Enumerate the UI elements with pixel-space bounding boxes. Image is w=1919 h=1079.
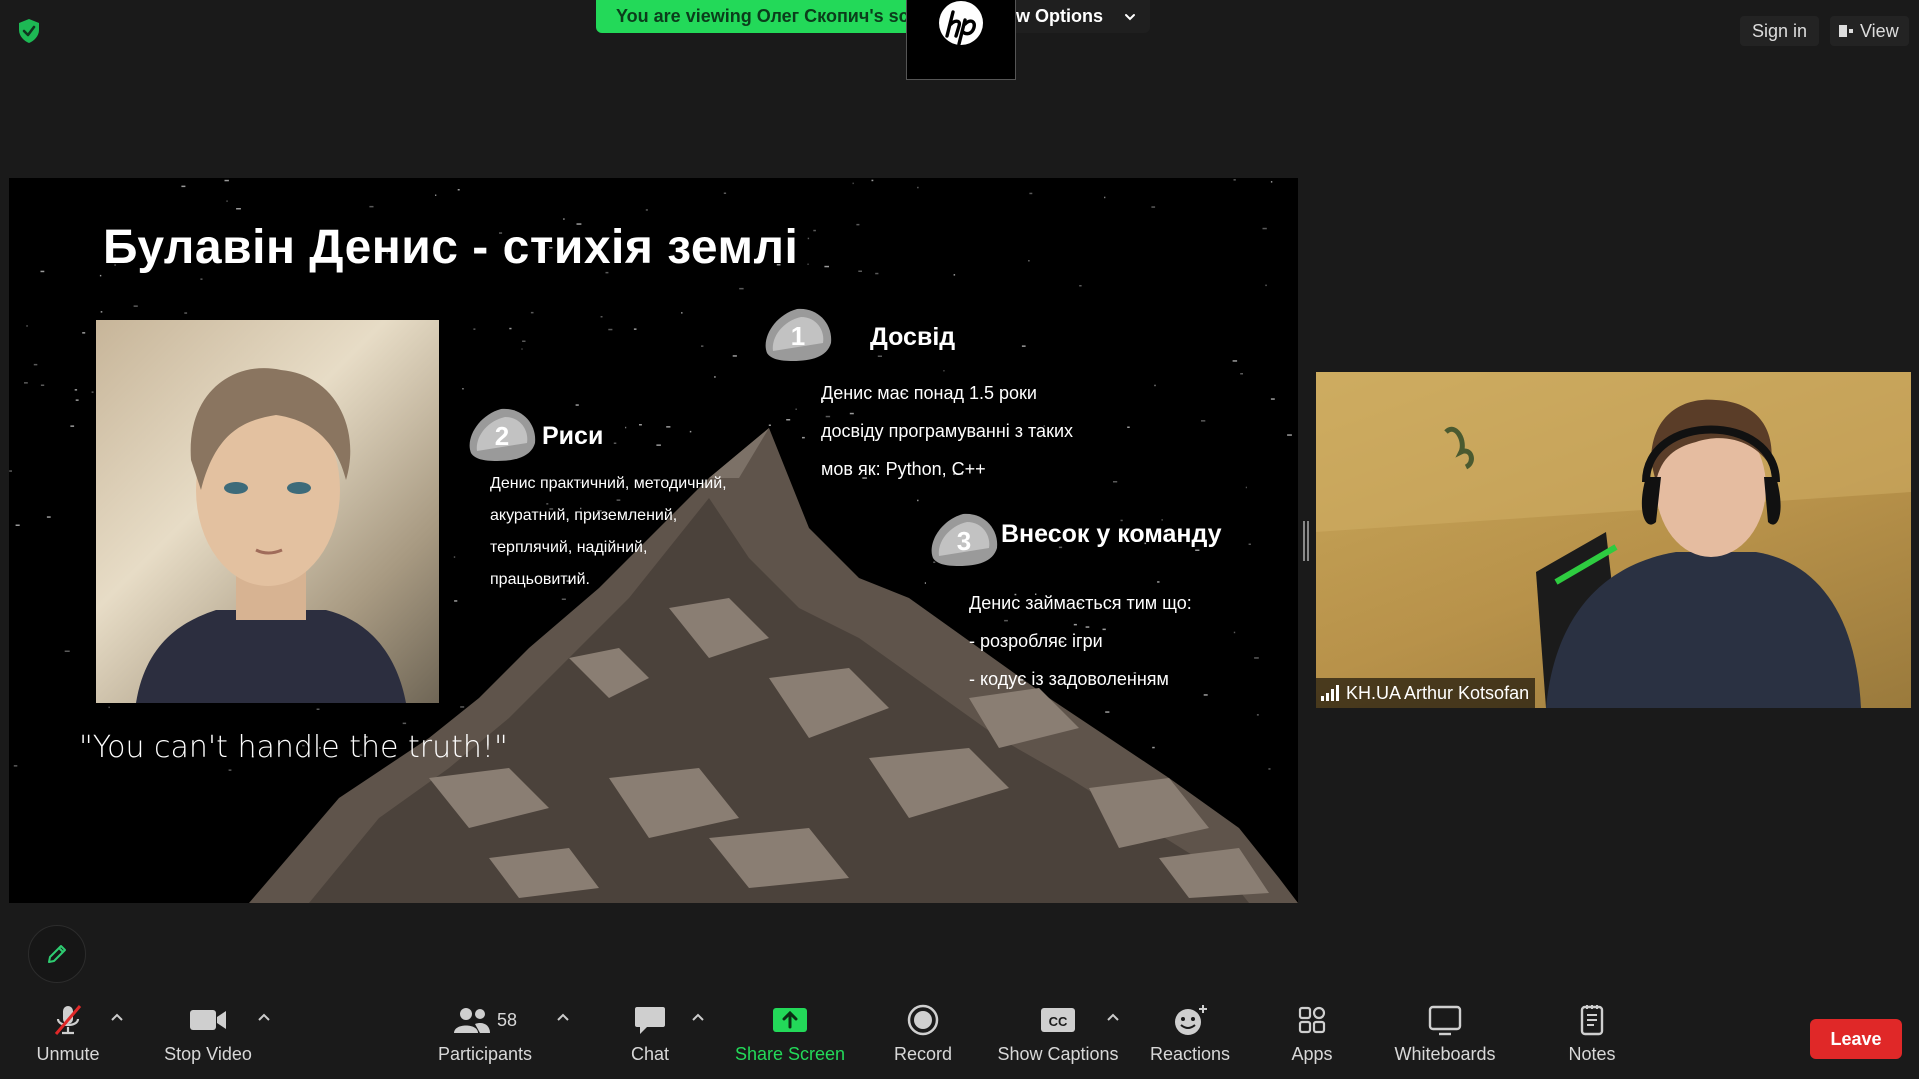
text-line: Денис практичний, методичний, bbox=[490, 475, 727, 492]
section-title-experience: Досвід bbox=[870, 323, 956, 351]
text-line: Денис має понад 1.5 роки bbox=[821, 383, 1037, 403]
text-line: - кодує із задоволенням bbox=[969, 669, 1169, 689]
share-screen-label: Share Screen bbox=[734, 1044, 846, 1064]
participant-video-feed bbox=[1316, 372, 1911, 708]
notes-icon bbox=[1580, 1005, 1604, 1036]
apps-button[interactable]: Apps bbox=[1272, 1000, 1352, 1072]
share-screen-button[interactable]: Share Screen bbox=[730, 1000, 850, 1072]
sign-in-button[interactable]: Sign in bbox=[1740, 16, 1820, 46]
annotate-button[interactable] bbox=[28, 925, 86, 983]
text-line: мов як: Python, C++ bbox=[821, 459, 986, 479]
video-camera-icon bbox=[190, 1010, 226, 1030]
chat-label: Chat bbox=[630, 1044, 670, 1064]
whiteboard-icon bbox=[1428, 1005, 1462, 1036]
meeting-toolbar: Unmute Stop Video 58 Participants Chat S… bbox=[0, 990, 1919, 1079]
participant-video-tile[interactable]: KH.UA Arthur Kotsofan bbox=[1316, 372, 1911, 708]
shared-screen: Булавін Денис - стихія землі "You can't … bbox=[9, 178, 1298, 903]
whiteboards-label: Whiteboards bbox=[1394, 1044, 1496, 1064]
view-options-label[interactable]: w Options bbox=[1016, 0, 1103, 33]
participants-button[interactable]: 58 Participants bbox=[430, 1000, 540, 1072]
participants-count: 58 bbox=[496, 1009, 518, 1030]
section-number: 1 bbox=[790, 321, 806, 351]
participant-name-tag: KH.UA Arthur Kotsofan bbox=[1316, 678, 1536, 708]
split-resize-handle[interactable] bbox=[1303, 521, 1309, 561]
reactions-label: Reactions bbox=[1149, 1044, 1231, 1064]
section-number: 3 bbox=[956, 526, 972, 556]
signal-strength-icon bbox=[1321, 685, 1339, 701]
share-screen-icon bbox=[773, 1008, 807, 1032]
slide-title: Булавін Денис - стихія землі bbox=[103, 221, 799, 274]
section-title-contribution: Внесок у команду bbox=[1001, 520, 1222, 548]
viewing-banner[interactable]: You are viewing Олег Скопич's sc w Optio… bbox=[596, 0, 1150, 33]
chevron-down-icon[interactable] bbox=[1122, 9, 1138, 25]
apps-icon bbox=[1298, 1006, 1326, 1034]
hp-logo bbox=[906, 0, 1016, 80]
show-captions-label: Show Captions bbox=[997, 1044, 1119, 1064]
participants-icon bbox=[453, 1008, 490, 1033]
microphone-muted-icon bbox=[54, 1005, 82, 1035]
section-title-traits: Риси bbox=[542, 422, 604, 450]
unmute-button[interactable]: Unmute bbox=[28, 1000, 108, 1072]
svg-text:CC: CC bbox=[1049, 1014, 1068, 1029]
record-button[interactable]: Record bbox=[883, 1000, 963, 1072]
stop-video-label: Stop Video bbox=[164, 1044, 252, 1064]
text-line: терплячий, надійний, bbox=[490, 539, 648, 556]
section-text-traits: Денис практичний, методичний, акуратний,… bbox=[490, 468, 727, 596]
chevron-up-icon[interactable] bbox=[691, 1012, 705, 1022]
portrait-illustration bbox=[96, 320, 439, 703]
record-icon bbox=[907, 1004, 939, 1036]
view-button-label: View bbox=[1860, 21, 1899, 41]
text-line: - розробляє ігри bbox=[969, 631, 1103, 651]
slide-quote: "You can't handle the truth!" bbox=[79, 730, 508, 765]
view-button[interactable]: View bbox=[1830, 16, 1909, 46]
hp-logo-icon bbox=[939, 1, 983, 46]
record-label: Record bbox=[893, 1044, 953, 1064]
chevron-up-icon[interactable] bbox=[1106, 1012, 1120, 1022]
show-captions-button[interactable]: CC Show Captions bbox=[993, 1000, 1123, 1072]
whiteboards-button[interactable]: Whiteboards bbox=[1385, 1000, 1505, 1072]
pencil-icon bbox=[48, 945, 66, 963]
reactions-icon bbox=[1175, 1005, 1207, 1035]
section-number: 2 bbox=[494, 421, 510, 451]
reactions-button[interactable]: Reactions bbox=[1140, 1000, 1240, 1072]
participant-name: KH.UA Arthur Kotsofan bbox=[1346, 682, 1530, 703]
text-line: Денис займається тим що: bbox=[969, 593, 1192, 613]
view-layout-icon bbox=[1839, 25, 1853, 37]
chevron-up-icon[interactable] bbox=[257, 1012, 271, 1022]
chat-bubble-icon bbox=[635, 1007, 665, 1034]
stop-video-button[interactable]: Stop Video bbox=[155, 1000, 261, 1072]
shield-icon[interactable] bbox=[14, 16, 44, 46]
viewing-banner-text: You are viewing Олег Скопич's sc bbox=[596, 0, 906, 33]
unmute-label: Unmute bbox=[36, 1044, 100, 1064]
section-text-contribution: Денис займається тим що: - розробляє ігр… bbox=[969, 584, 1192, 698]
apps-label: Apps bbox=[1291, 1044, 1333, 1064]
text-line: працьовитий. bbox=[490, 571, 590, 588]
closed-captions-icon: CC bbox=[1041, 1008, 1075, 1032]
text-line: акуратний, приземлений, bbox=[490, 507, 678, 524]
participants-label: Participants bbox=[437, 1044, 533, 1064]
text-line: досвіду програмуванні з таких bbox=[821, 421, 1073, 441]
chevron-up-icon[interactable] bbox=[110, 1012, 124, 1022]
section-text-experience: Денис має понад 1.5 роки досвіду програм… bbox=[821, 374, 1073, 488]
chat-button[interactable]: Chat bbox=[610, 1000, 690, 1072]
notes-label: Notes bbox=[1568, 1044, 1616, 1064]
chevron-up-icon[interactable] bbox=[556, 1012, 570, 1022]
leave-button[interactable]: Leave bbox=[1810, 1019, 1902, 1059]
notes-button[interactable]: Notes bbox=[1552, 1000, 1632, 1072]
